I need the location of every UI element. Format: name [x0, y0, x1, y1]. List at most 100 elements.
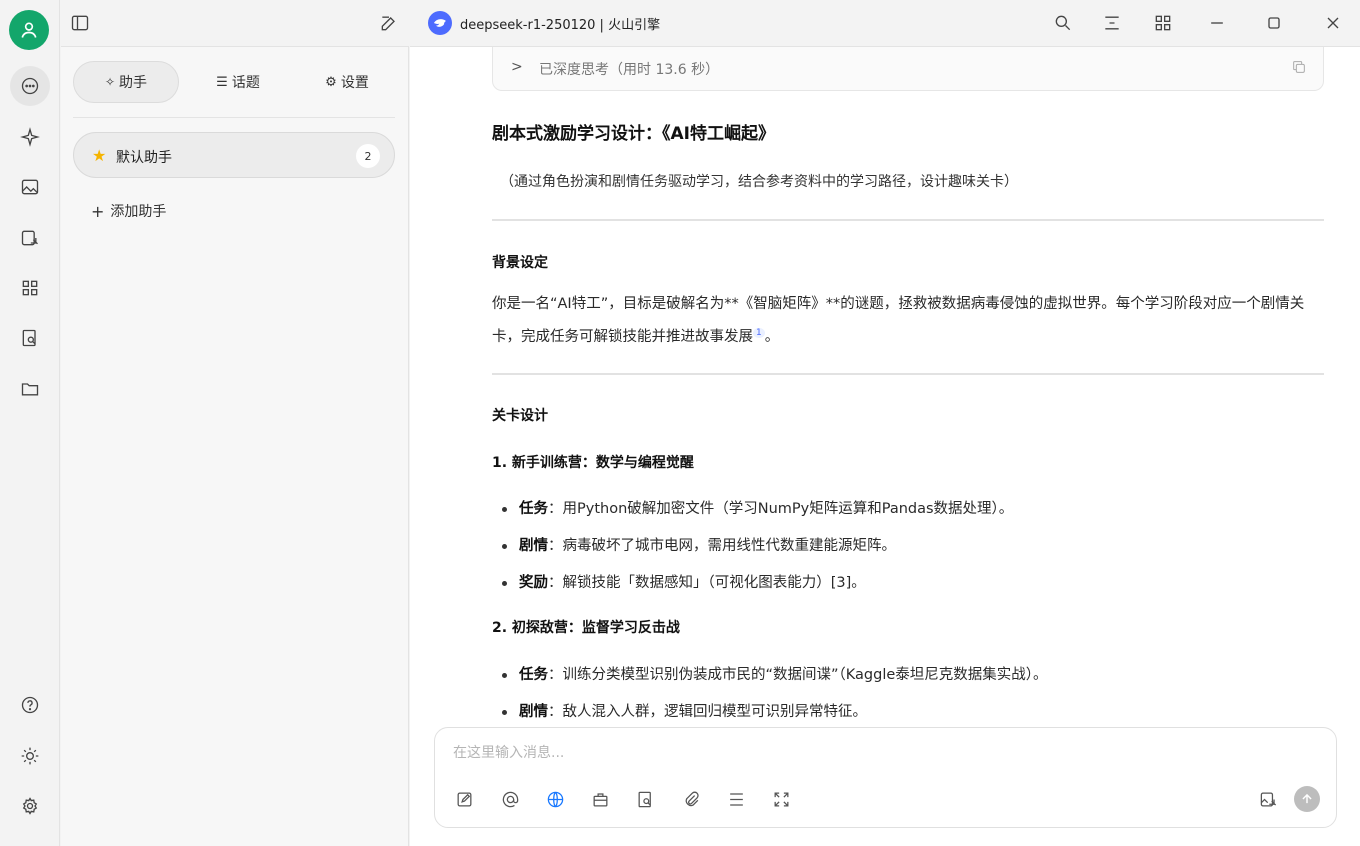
- grid-icon: [22, 280, 38, 296]
- layout-button[interactable]: [1152, 12, 1174, 34]
- new-chat-button[interactable]: [378, 12, 400, 34]
- panel-tabs: ✧ 助手 ☰ 话题 ⚙ 设置: [73, 61, 397, 105]
- background-paragraph: 你是一名“AI特工”，目标是破解名为**《智脑矩阵》**的谜题，拯救被数据病毒侵…: [492, 296, 1305, 345]
- message-input[interactable]: [453, 740, 1313, 766]
- message-composer: [434, 727, 1337, 828]
- files-nav-button[interactable]: [10, 369, 50, 409]
- list-item: 剧情：病毒破坏了城市电网，需用线性代数重建能源矩阵。: [502, 534, 896, 555]
- square-icon: [1268, 17, 1280, 29]
- theme-toggle[interactable]: [10, 736, 50, 776]
- tab-assistants[interactable]: ✧ 助手: [73, 61, 179, 103]
- grid-icon: [1155, 15, 1171, 31]
- close-icon: [1327, 17, 1339, 29]
- minus-icon: [1211, 22, 1223, 24]
- search-button[interactable]: [1052, 12, 1074, 34]
- agents-nav-button[interactable]: [10, 117, 50, 157]
- mention-button[interactable]: [499, 788, 521, 810]
- window-maximize-button[interactable]: [1263, 12, 1285, 34]
- image-generate-button[interactable]: [1257, 788, 1279, 810]
- divider-icon: [729, 792, 743, 806]
- title-bar: deepseek-r1-250120 | 火山引擎: [60, 0, 1360, 46]
- assistant-panel: ✧ 助手 ☰ 话题 ⚙ 设置 ★ 默认助手 2 + 添加助手: [61, 46, 409, 846]
- divider: [492, 219, 1324, 221]
- star-icon: ★: [92, 146, 107, 165]
- message-subtitle: （通过角色扮演和剧情任务驱动学习，结合参考资料中的学习路径，设计趣味关卡）: [500, 174, 1018, 190]
- user-icon: [21, 22, 37, 38]
- settings-button[interactable]: [10, 786, 50, 826]
- tab-label: 助手: [119, 75, 148, 91]
- gear-icon: ⚙: [325, 74, 337, 90]
- assistant-name: 默认助手: [116, 150, 172, 166]
- toolbox-icon: [593, 792, 607, 806]
- window-minimize-button[interactable]: [1206, 12, 1228, 34]
- background-text: 你是一名“AI特工”，目标是破解名为**《智脑矩阵》**的谜题，拯救被数据病毒侵…: [492, 296, 1305, 345]
- image-nav-button[interactable]: [10, 167, 50, 207]
- sparkle-icon: ✧: [104, 75, 116, 89]
- list-item: 任务：训练分类模型识别伪装成市民的“数据间谍”（Kaggle泰坦尼克数据集实战）…: [502, 663, 1048, 684]
- edit-icon: [457, 792, 471, 806]
- arrow-up-icon: [1302, 793, 1312, 804]
- knowledge-nav-button[interactable]: [10, 318, 50, 358]
- divider: [73, 117, 395, 118]
- at-sign-icon: [502, 791, 518, 807]
- document-search-icon: [638, 791, 651, 807]
- add-assistant-label: 添加助手: [110, 204, 167, 220]
- chat-nav-button[interactable]: [10, 66, 50, 106]
- list-item: 剧情：敌人混入人群，逻辑回归模型可识别异常特征。: [502, 700, 867, 721]
- image-icon: [21, 179, 39, 195]
- left-rail: [0, 0, 60, 846]
- thinking-toggle[interactable]: > 已深度思考（用时 13.6 秒）: [492, 47, 1324, 91]
- assistant-item-default[interactable]: ★ 默认助手 2: [73, 132, 395, 178]
- sidebar-icon: [71, 15, 89, 31]
- divider: [492, 373, 1324, 375]
- list-item: 奖励：解锁技能「数据感知」（可视化图表能力）[3]。: [502, 571, 866, 592]
- image-edit-icon: [1260, 792, 1276, 806]
- help-icon: [21, 696, 39, 714]
- chevron-right-icon: >: [511, 59, 523, 75]
- message-title: 剧本式激励学习设计：《AI特工崛起》: [492, 124, 775, 144]
- window-close-button[interactable]: [1322, 12, 1344, 34]
- model-selector[interactable]: deepseek-r1-250120 | 火山引擎: [460, 14, 660, 33]
- send-button[interactable]: [1294, 786, 1320, 812]
- chat-bubble-icon: [21, 77, 39, 95]
- toggle-sidebar-button[interactable]: [69, 12, 91, 34]
- tab-label: 话题: [231, 75, 260, 91]
- expand-button[interactable]: [770, 788, 792, 810]
- gear-icon: [22, 797, 38, 815]
- list-item: 任务：用Python破解加密文件（学习NumPy矩阵运算和Pandas数据处理）…: [502, 497, 1013, 518]
- list-icon: ☰: [216, 74, 228, 90]
- collapse-icon: [1105, 16, 1119, 30]
- edit-icon: [381, 16, 395, 31]
- thinking-label: 已深度思考（用时 13.6 秒）: [539, 62, 720, 78]
- section-heading-background: 背景设定: [492, 255, 548, 271]
- plus-icon: +: [91, 201, 105, 221]
- help-button[interactable]: [10, 685, 50, 725]
- knowledge-button[interactable]: [589, 788, 611, 810]
- tab-topics[interactable]: ☰ 话题: [193, 61, 283, 103]
- level2-title: 2. 初探敌营：监督学习反击战: [492, 620, 680, 636]
- deepseek-logo-icon: [428, 11, 452, 35]
- app-window: deepseek-r1-250120 | 火山引擎 ✧ 助手 ☰ 话题 ⚙ 设置…: [0, 0, 1360, 846]
- level1-title: 1. 新手训练营：数学与编程觉醒: [492, 455, 694, 471]
- document-search-button[interactable]: [634, 788, 656, 810]
- translate-nav-button[interactable]: [10, 218, 50, 258]
- folder-icon: [21, 383, 39, 396]
- apps-nav-button[interactable]: [10, 268, 50, 308]
- sun-icon: [21, 747, 39, 765]
- topic-count-badge: 2: [356, 144, 380, 168]
- attach-button[interactable]: [680, 788, 702, 810]
- web-search-button[interactable]: [544, 788, 566, 810]
- clear-context-button[interactable]: [725, 788, 747, 810]
- minimize-app-button[interactable]: [1101, 12, 1123, 34]
- add-assistant-button[interactable]: + 添加助手: [91, 201, 166, 221]
- user-avatar[interactable]: [9, 10, 49, 50]
- expand-icon: [774, 792, 788, 806]
- paperclip-icon: [685, 791, 699, 806]
- citation-marker[interactable]: 1: [753, 328, 765, 338]
- copy-icon[interactable]: [1291, 59, 1307, 79]
- image-edit-icon: [21, 230, 38, 246]
- tab-settings[interactable]: ⚙ 设置: [297, 61, 397, 103]
- globe-icon: [547, 791, 563, 807]
- new-topic-button[interactable]: [453, 788, 475, 810]
- sparkle-icon: [20, 127, 40, 147]
